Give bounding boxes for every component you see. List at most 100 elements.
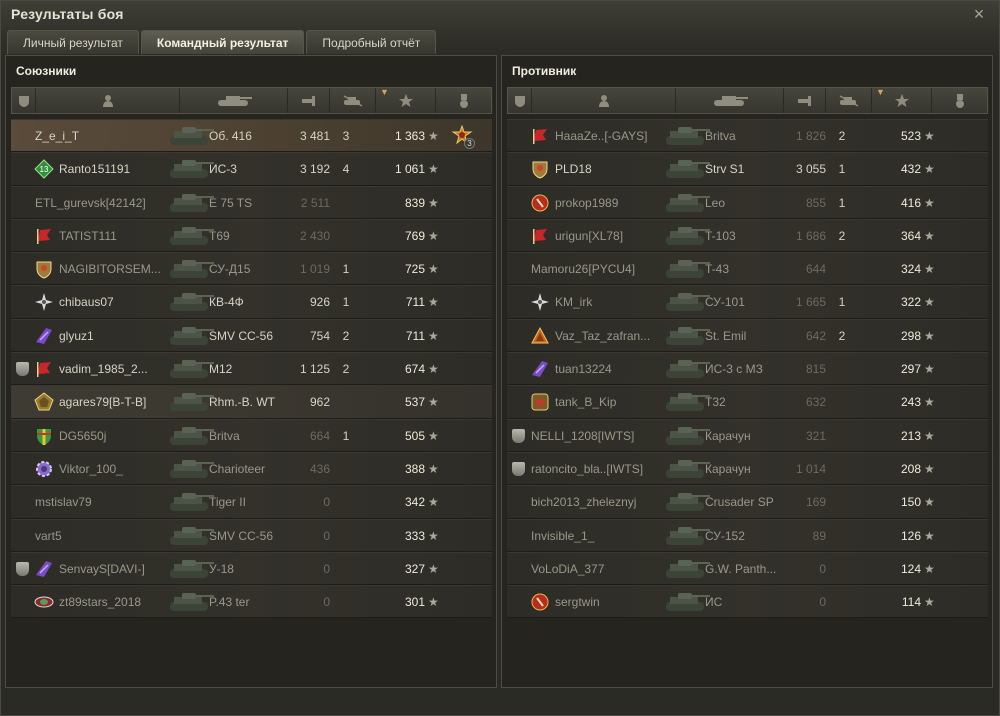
allies-table-row[interactable]: TATIST111 T69 2 430 769 ★ xyxy=(11,218,492,253)
player-name[interactable]: chibaus07 xyxy=(59,286,114,319)
player-name[interactable]: VoLoDiA_377 xyxy=(531,553,604,586)
xp-column-icon[interactable]: ▼ xyxy=(872,87,932,113)
allies-table-row[interactable]: ETL_gurevsk[42142] E 75 TS 2 511 839 ★ xyxy=(11,185,492,220)
xp-value: 364 xyxy=(900,228,921,243)
platoon-column-icon[interactable] xyxy=(508,88,532,113)
shield-gold-badge-icon xyxy=(530,159,550,179)
allies-table-row[interactable]: glyuz1 SMV CC-56 754 2 711 ★ xyxy=(11,318,492,353)
player-name[interactable]: Invisible_1_ xyxy=(531,520,594,553)
medal-count: 3 xyxy=(464,138,475,149)
enemies-table-row[interactable]: tuan13224 ИС-3 с МЗ 815 297 ★ xyxy=(507,352,988,386)
tab-team-result[interactable]: Командный результат xyxy=(140,30,305,54)
player-name[interactable]: Mamoru26[PYCU4] xyxy=(531,253,635,286)
medal-column-icon[interactable] xyxy=(932,88,989,113)
allies-table-row[interactable]: Z_e_i_T Об. 416 3 481 3 1 363 ★ 3 xyxy=(11,119,492,153)
damage-value: 0 xyxy=(323,528,330,543)
enemies-table-row[interactable]: bich2013_zheleznyj Crusader SP 169 150 ★ xyxy=(507,485,988,519)
kills-value: 1 xyxy=(838,195,846,210)
player-name[interactable]: PLD18 xyxy=(555,153,592,186)
tank-column-icon[interactable] xyxy=(676,88,784,113)
allies-table-row[interactable]: SenvayS[DAVI-] У-18 0 327 ★ xyxy=(11,551,492,586)
allies-table-row[interactable]: vart5 SMV CC-56 0 333 ★ xyxy=(11,518,492,553)
platoon-column-icon[interactable] xyxy=(12,88,36,113)
allies-table-row[interactable]: Viktor_100_ Charioteer 436 388 ★ xyxy=(11,451,492,486)
player-name[interactable]: agares79[B-T-B] xyxy=(59,386,146,419)
kills-value: 1 xyxy=(838,162,846,177)
kills-column-icon[interactable] xyxy=(826,88,872,113)
enemies-table-row[interactable]: prokop1989 Leo 855 1 416 ★ xyxy=(507,185,988,220)
allies-title: Союзники xyxy=(16,64,77,78)
damage-value: 962 xyxy=(309,395,330,410)
enemies-table-row[interactable]: urigun[XL78] T-103 1 686 2 364 ★ xyxy=(507,218,988,253)
kills-column-icon[interactable] xyxy=(330,88,376,113)
player-name[interactable]: bich2013_zheleznyj xyxy=(531,486,636,519)
player-name[interactable]: vart5 xyxy=(35,520,62,553)
damage-value: 632 xyxy=(805,395,826,410)
damage-column-icon[interactable] xyxy=(784,88,826,113)
enemies-table-row[interactable]: Mamoru26[PYCU4] T-43 644 324 ★ xyxy=(507,252,988,286)
xp-value: 333 xyxy=(404,528,425,543)
player-name[interactable]: NELLI_1208[IWTS] xyxy=(531,420,634,453)
player-column-icon[interactable] xyxy=(36,88,180,113)
player-name[interactable]: mstislav79 xyxy=(35,486,92,519)
player-name[interactable]: vadim_1985_2... xyxy=(59,353,148,386)
enemies-table-row[interactable]: tank_B_Kip T32 632 243 ★ xyxy=(507,385,988,419)
enemies-table-row[interactable]: ratoncito_bla..[IWTS] Карачун 1 014 208 ★ xyxy=(507,451,988,486)
xp-value: 839 xyxy=(404,195,425,210)
player-name[interactable]: sergtwin xyxy=(555,586,600,619)
allies-table-row[interactable]: vadim_1985_2... M12 1 125 2 674 ★ xyxy=(11,352,492,386)
player-name[interactable]: zt89stars_2018 xyxy=(59,586,141,619)
damage-column-icon[interactable] xyxy=(288,88,330,113)
allies-table-row[interactable]: NAGIBITORSEM... СУ-Д15 1 019 1 725 ★ xyxy=(11,252,492,286)
allies-list: Z_e_i_T Об. 416 3 481 3 1 363 ★ 3 13 Ranto151191… xyxy=(11,119,492,619)
player-name[interactable]: glyuz1 xyxy=(59,320,94,353)
player-name[interactable]: Ranto151191 xyxy=(59,153,130,186)
tank-column-icon[interactable] xyxy=(180,88,288,113)
player-name[interactable]: HaaaZe..[-GAYS] xyxy=(555,120,647,153)
player-column-icon[interactable] xyxy=(532,88,676,113)
allies-table-row[interactable]: zt89stars_2018 P.43 ter 0 301 ★ xyxy=(11,585,492,619)
enemies-table-row[interactable]: sergtwin ИС 0 114 ★ xyxy=(507,585,988,619)
player-name[interactable]: KM_irk xyxy=(555,286,592,319)
enemies-table-row[interactable]: VoLoDiA_377 G.W. Panth... 0 124 ★ xyxy=(507,551,988,586)
tank-name: КВ-4Ф xyxy=(209,295,244,310)
allies-table-row[interactable]: DG5650j Britva 664 1 505 ★ xyxy=(11,418,492,453)
tab-detailed-report[interactable]: Подробный отчёт xyxy=(306,30,437,54)
player-name[interactable]: NAGIBITORSEM... xyxy=(59,253,161,286)
xp-star-icon: ★ xyxy=(924,328,935,343)
player-name[interactable]: DG5650j xyxy=(59,420,106,453)
enemies-table-row[interactable]: KM_irk СУ-101 1 665 1 322 ★ xyxy=(507,285,988,319)
player-name[interactable]: Z_e_i_T xyxy=(35,120,79,153)
svg-text:13: 13 xyxy=(40,165,49,174)
player-name[interactable]: TATIST111 xyxy=(59,220,117,253)
player-name[interactable]: SenvayS[DAVI-] xyxy=(59,553,145,586)
xp-star-icon: ★ xyxy=(924,395,935,410)
tank-name: ИС-3 с МЗ xyxy=(705,362,763,377)
allies-table-row[interactable]: 13 Ranto151191 ИС-3 3 192 4 1 061 ★ xyxy=(11,152,492,186)
player-name[interactable]: tank_B_Kip xyxy=(555,386,616,419)
player-name[interactable]: urigun[XL78] xyxy=(555,220,623,253)
enemies-table-row[interactable]: NELLI_1208[IWTS] Карачун 321 213 ★ xyxy=(507,418,988,453)
xp-value: 213 xyxy=(900,428,921,443)
allies-table-row[interactable]: agares79[B-T-B] Rhm.-B. WT 962 537 ★ xyxy=(11,385,492,419)
player-name[interactable]: tuan13224 xyxy=(555,353,612,386)
player-name[interactable]: prokop1989 xyxy=(555,187,618,220)
enemies-table-row[interactable]: Vaz_Taz_zafran... St. Emil 642 2 298 ★ xyxy=(507,318,988,353)
enemies-table-row[interactable]: Invisible_1_ СУ-152 89 126 ★ xyxy=(507,518,988,553)
player-name[interactable]: Vaz_Taz_zafran... xyxy=(555,320,650,353)
allies-table-row[interactable]: chibaus07 КВ-4Ф 926 1 711 ★ xyxy=(11,285,492,319)
kills-value: 2 xyxy=(838,129,846,143)
medal-column-icon[interactable] xyxy=(436,88,493,113)
medal-icon[interactable]: 3 xyxy=(451,124,475,149)
player-name[interactable]: ETL_gurevsk[42142] xyxy=(35,187,146,220)
close-button[interactable]: × xyxy=(969,4,989,24)
damage-value: 1 125 xyxy=(299,362,330,377)
enemies-table-row[interactable]: PLD18 Strv S1 3 055 1 432 ★ xyxy=(507,152,988,186)
xp-column-icon[interactable]: ▼ xyxy=(376,87,436,113)
player-name[interactable]: Viktor_100_ xyxy=(59,453,123,486)
platoon-icon xyxy=(16,362,29,377)
player-name[interactable]: ratoncito_bla..[IWTS] xyxy=(531,453,643,486)
allies-table-row[interactable]: mstislav79 Tiger II 0 342 ★ xyxy=(11,485,492,519)
enemies-table-row[interactable]: HaaaZe..[-GAYS] Britva 1 826 2 523 ★ xyxy=(507,119,988,153)
tab-personal-result[interactable]: Личный результат xyxy=(7,30,139,54)
